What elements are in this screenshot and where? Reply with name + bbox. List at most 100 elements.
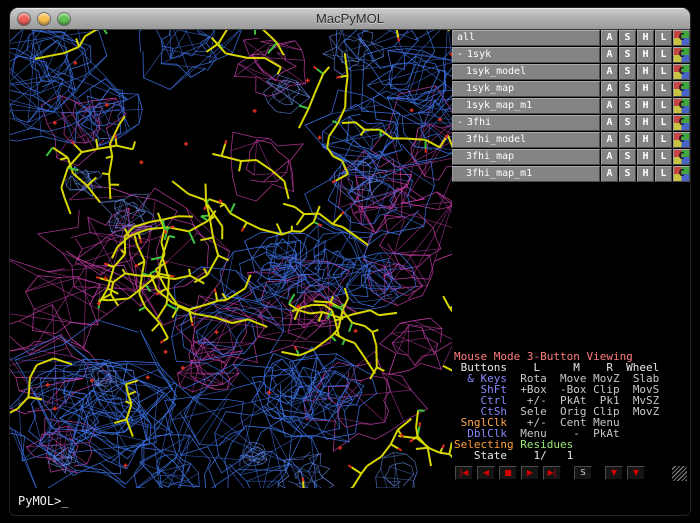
- command-cursor: _: [61, 494, 68, 508]
- object-label: 3fhi_map_m1: [466, 168, 532, 179]
- movie-controls: |◀ ◀ ■ ▶ ▶| S ▼ ▼: [452, 464, 690, 482]
- color-menu-button[interactable]: C: [673, 81, 690, 97]
- object-name-button[interactable]: -3fhi: [452, 115, 600, 131]
- action-menu-button[interactable]: A: [601, 149, 618, 165]
- action-menu-button[interactable]: A: [601, 115, 618, 131]
- panel-bottom-pad: [452, 482, 690, 514]
- color-menu-button[interactable]: C: [673, 30, 690, 46]
- show-menu-button[interactable]: S: [619, 47, 636, 63]
- command-line[interactable]: PyMOL>_: [10, 488, 452, 514]
- label-menu-button[interactable]: L: [655, 166, 672, 182]
- minimize-button[interactable]: [38, 13, 50, 25]
- object-row: 3fhi_map_m1 ASHLC: [452, 166, 690, 182]
- object-name-button[interactable]: 3fhi_model: [452, 132, 600, 148]
- object-row: 1syk_map_m1 ASHLC: [452, 98, 690, 114]
- hide-menu-button[interactable]: H: [637, 149, 654, 165]
- scene-button[interactable]: S: [574, 466, 592, 480]
- show-menu-button[interactable]: S: [619, 81, 636, 97]
- action-menu-button[interactable]: A: [601, 81, 618, 97]
- frame-back-button[interactable]: ◀: [477, 466, 495, 480]
- hide-menu-button[interactable]: H: [637, 166, 654, 182]
- object-label: 1syk: [467, 49, 491, 60]
- play-button[interactable]: ▶: [521, 466, 539, 480]
- object-label: 3fhi_model: [466, 134, 526, 145]
- show-menu-button[interactable]: S: [619, 166, 636, 182]
- color-menu-button[interactable]: C: [673, 98, 690, 114]
- color-menu-button[interactable]: C: [673, 166, 690, 182]
- object-row: -1sykASHLC: [452, 47, 690, 63]
- object-label: 1syk_map_m1: [466, 100, 532, 111]
- action-menu-button[interactable]: A: [601, 30, 618, 46]
- object-row: all ASHLC: [452, 30, 690, 46]
- show-menu-button[interactable]: S: [619, 132, 636, 148]
- close-button[interactable]: [18, 13, 30, 25]
- label-menu-button[interactable]: L: [655, 81, 672, 97]
- color-menu-button[interactable]: C: [673, 149, 690, 165]
- mouse-help-text: State 1/ 1: [454, 449, 573, 462]
- color-menu-button[interactable]: C: [673, 115, 690, 131]
- object-row: 3fhi_model ASHLC: [452, 132, 690, 148]
- window-body: PyMOL>_ allASHLC-1sykASHLC1syk_modelASHL…: [10, 30, 690, 514]
- hide-menu-button[interactable]: H: [637, 132, 654, 148]
- object-name-button[interactable]: 1syk_map_m1: [452, 98, 600, 114]
- resize-grip[interactable]: [672, 466, 687, 481]
- control-panel: allASHLC-1sykASHLC1syk_modelASHLC1syk_ma…: [452, 30, 690, 514]
- label-menu-button[interactable]: L: [655, 149, 672, 165]
- zoom-button[interactable]: [58, 13, 70, 25]
- color-menu-button[interactable]: C: [673, 64, 690, 80]
- label-menu-button[interactable]: L: [655, 115, 672, 131]
- title-bar[interactable]: MacPyMOL: [10, 8, 690, 30]
- hide-menu-button[interactable]: H: [637, 30, 654, 46]
- object-label: all: [457, 32, 475, 43]
- rewind-button[interactable]: |◀: [455, 466, 473, 480]
- object-label: 1syk_model: [466, 66, 526, 77]
- show-menu-button[interactable]: S: [619, 64, 636, 80]
- group-expander-icon[interactable]: -: [457, 49, 463, 60]
- action-menu-button[interactable]: A: [601, 132, 618, 148]
- object-name-button[interactable]: 3fhi_map_m1: [452, 166, 600, 182]
- stop-button[interactable]: ■: [499, 466, 517, 480]
- hide-menu-button[interactable]: H: [637, 98, 654, 114]
- action-menu-button[interactable]: A: [601, 98, 618, 114]
- object-row: 1syk_mapASHLC: [452, 81, 690, 97]
- mouse-help-line: State 1/ 1: [454, 450, 690, 461]
- object-label: 3fhi_map: [466, 151, 514, 162]
- hide-menu-button[interactable]: H: [637, 47, 654, 63]
- show-menu-button[interactable]: S: [619, 149, 636, 165]
- menu-right-button[interactable]: ▼: [627, 466, 645, 480]
- action-menu-button[interactable]: A: [601, 64, 618, 80]
- action-menu-button[interactable]: A: [601, 166, 618, 182]
- label-menu-button[interactable]: L: [655, 132, 672, 148]
- mouse-panel: Mouse Mode 3-Button Viewing Buttons L M …: [452, 351, 690, 461]
- color-menu-button[interactable]: C: [673, 47, 690, 63]
- group-expander-icon[interactable]: -: [457, 117, 463, 128]
- hide-menu-button[interactable]: H: [637, 81, 654, 97]
- show-menu-button[interactable]: S: [619, 30, 636, 46]
- action-menu-button[interactable]: A: [601, 47, 618, 63]
- show-menu-button[interactable]: S: [619, 115, 636, 131]
- viewport-column: PyMOL>_: [10, 30, 452, 514]
- window-title: MacPyMOL: [316, 11, 384, 26]
- hide-menu-button[interactable]: H: [637, 64, 654, 80]
- label-menu-button[interactable]: L: [655, 98, 672, 114]
- object-name-button[interactable]: 3fhi_map: [452, 149, 600, 165]
- hide-menu-button[interactable]: H: [637, 115, 654, 131]
- object-row: 3fhi_map ASHLC: [452, 149, 690, 165]
- show-menu-button[interactable]: S: [619, 98, 636, 114]
- panel-spacer: [452, 183, 690, 351]
- object-name-button[interactable]: all: [452, 30, 600, 46]
- menu-left-button[interactable]: ▼: [605, 466, 623, 480]
- color-menu-button[interactable]: C: [673, 132, 690, 148]
- object-name-button[interactable]: -1syk: [452, 47, 600, 63]
- object-label: 3fhi: [467, 117, 491, 128]
- viewport-3d[interactable]: [10, 30, 452, 488]
- object-row: 1syk_model ASHLC: [452, 64, 690, 80]
- window-controls: [18, 8, 70, 29]
- frame-forward-button[interactable]: ▶|: [543, 466, 561, 480]
- label-menu-button[interactable]: L: [655, 30, 672, 46]
- object-name-button[interactable]: 1syk_map: [452, 81, 600, 97]
- label-menu-button[interactable]: L: [655, 64, 672, 80]
- label-menu-button[interactable]: L: [655, 47, 672, 63]
- molecule-mesh: [10, 30, 452, 488]
- object-name-button[interactable]: 1syk_model: [452, 64, 600, 80]
